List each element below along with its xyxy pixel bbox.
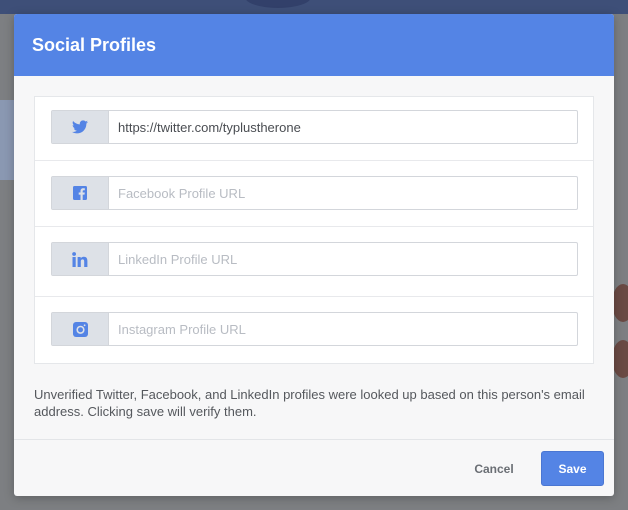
social-profiles-modal: Social Profiles https://twitter.com/typl… — [14, 14, 614, 496]
linkedin-icon-box — [52, 243, 109, 275]
profile-row-facebook — [35, 161, 593, 227]
facebook-icon-box — [52, 177, 109, 209]
save-button[interactable]: Save — [541, 451, 604, 486]
background-topbar — [0, 0, 628, 14]
cancel-button[interactable]: Cancel — [462, 456, 526, 482]
background-avatar — [612, 284, 628, 322]
facebook-field — [51, 176, 578, 210]
modal-title: Social Profiles — [32, 34, 157, 55]
background-avatar — [612, 340, 628, 378]
modal-footer: Cancel Save — [14, 439, 614, 496]
twitter-icon-box — [52, 111, 109, 143]
profile-row-twitter — [35, 97, 593, 161]
instagram-url-input[interactable] — [109, 313, 577, 345]
profile-row-linkedin — [35, 227, 593, 297]
facebook-url-input[interactable] — [109, 177, 577, 209]
instagram-field — [51, 312, 578, 346]
linkedin-field — [51, 242, 578, 276]
instagram-icon — [72, 321, 88, 337]
twitter-icon — [72, 120, 88, 134]
instagram-icon-box — [52, 313, 109, 345]
twitter-url-input[interactable] — [109, 111, 577, 143]
twitter-field — [51, 110, 578, 144]
background-panel — [0, 100, 14, 180]
verification-note: Unverified Twitter, Facebook, and Linked… — [34, 387, 585, 419]
background-avatar — [245, 0, 311, 8]
linkedin-icon — [72, 251, 88, 267]
modal-header: Social Profiles — [14, 14, 614, 76]
linkedin-url-input[interactable] — [109, 243, 577, 275]
profiles-card — [34, 96, 594, 364]
profile-row-instagram — [35, 297, 593, 363]
facebook-icon — [73, 186, 87, 200]
